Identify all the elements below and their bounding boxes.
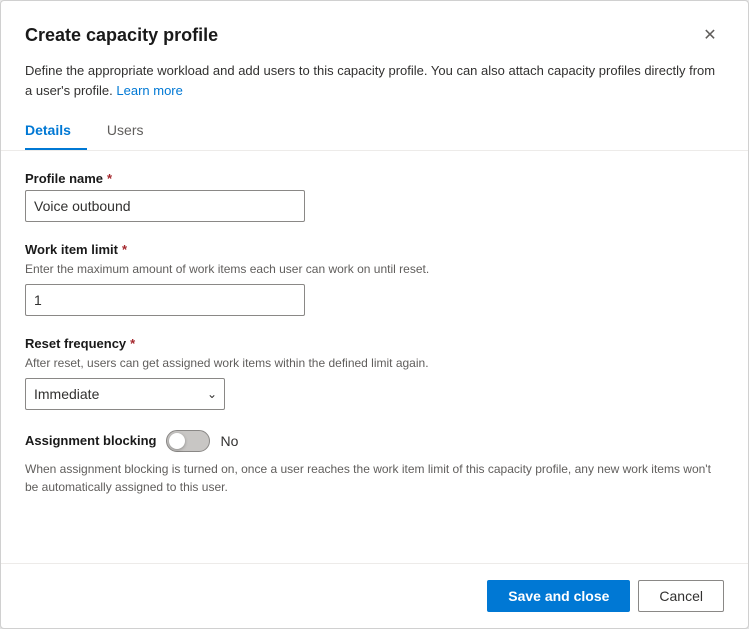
assignment-blocking-description: When assignment blocking is turned on, o… <box>25 460 724 496</box>
toggle-state-label: No <box>220 433 238 449</box>
cancel-button[interactable]: Cancel <box>638 580 724 612</box>
assignment-blocking-label: Assignment blocking <box>25 433 156 448</box>
profile-name-input[interactable] <box>25 190 305 222</box>
profile-name-group: Profile name * <box>25 171 724 222</box>
reset-frequency-select-container: Immediate Daily Weekly Monthly ⌄ <box>25 378 225 410</box>
work-item-limit-group: Work item limit * Enter the maximum amou… <box>25 242 724 316</box>
work-item-limit-hint: Enter the maximum amount of work items e… <box>25 261 724 278</box>
reset-frequency-group: Reset frequency * After reset, users can… <box>25 336 724 410</box>
reset-frequency-select[interactable]: Immediate Daily Weekly Monthly <box>25 378 225 410</box>
close-icon: ✕ <box>703 25 716 45</box>
dialog-title: Create capacity profile <box>25 25 218 46</box>
work-item-limit-required: * <box>122 242 127 257</box>
learn-more-link[interactable]: Learn more <box>116 83 182 98</box>
dialog-footer: Save and close Cancel <box>1 563 748 628</box>
work-item-limit-input[interactable] <box>25 284 305 316</box>
assignment-blocking-group: Assignment blocking No When assignment b… <box>25 430 724 496</box>
assignment-blocking-toggle[interactable] <box>166 430 210 452</box>
save-and-close-button[interactable]: Save and close <box>487 580 630 612</box>
close-button[interactable]: ✕ <box>696 21 724 49</box>
reset-frequency-label: Reset frequency * <box>25 336 724 351</box>
reset-frequency-required: * <box>130 336 135 351</box>
tabs-container: Details Users <box>1 112 748 151</box>
reset-frequency-hint: After reset, users can get assigned work… <box>25 355 724 372</box>
profile-name-required: * <box>107 171 112 186</box>
toggle-track[interactable] <box>166 430 210 452</box>
tab-users[interactable]: Users <box>107 112 160 150</box>
dialog-overlay: Create capacity profile ✕ Define the app… <box>0 0 749 629</box>
dialog-body: Profile name * Work item limit * Enter t… <box>1 151 748 563</box>
profile-name-label: Profile name * <box>25 171 724 186</box>
create-capacity-profile-dialog: Create capacity profile ✕ Define the app… <box>0 0 749 629</box>
assignment-blocking-row: Assignment blocking No <box>25 430 724 452</box>
toggle-thumb <box>169 433 185 449</box>
work-item-limit-label: Work item limit * <box>25 242 724 257</box>
dialog-header: Create capacity profile ✕ <box>1 1 748 61</box>
tab-details[interactable]: Details <box>25 112 87 150</box>
dialog-description: Define the appropriate workload and add … <box>1 61 748 112</box>
